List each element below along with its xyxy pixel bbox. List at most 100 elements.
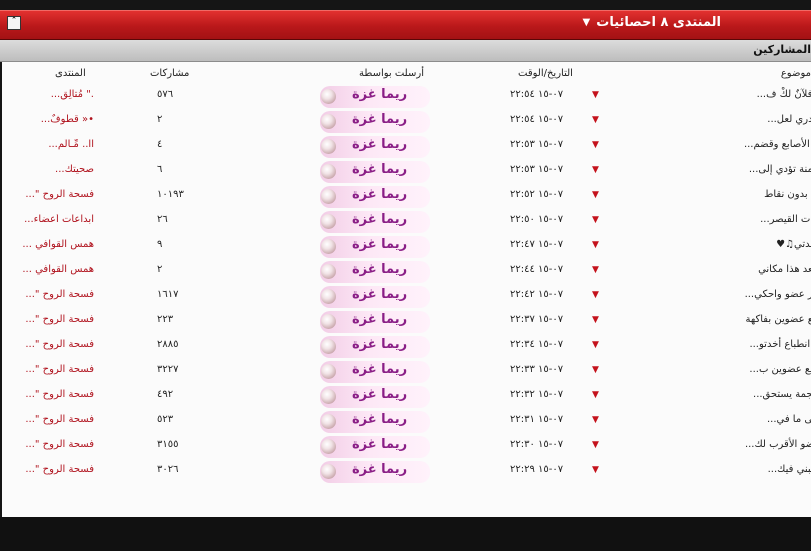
go-to-post-arrow-icon[interactable]: ▼ [592, 115, 599, 125]
decorative-orb-icon [321, 214, 336, 229]
go-to-post-arrow-icon[interactable]: ▼ [592, 215, 599, 225]
decorative-orb-icon [321, 314, 336, 329]
post-count: ٥٧٦ [157, 89, 174, 100]
topic-link[interactable]: بسمنة تؤدي إلى... [749, 164, 811, 175]
go-to-post-arrow-icon[interactable]: ▼ [592, 265, 599, 275]
topic-link[interactable]: بيـــدتي♫♥ [776, 239, 811, 250]
poster-name: ريما غزة [352, 312, 408, 327]
table-row: العضو الأقرب لك... ▼ ٠٧-١٥ ٢٢:٣٠ ريما غزة ٣١… [2, 436, 811, 460]
poster-name-banner[interactable]: ريما غزة [320, 286, 430, 308]
post-count: ٢٢٣ [157, 314, 174, 325]
post-datetime: ٠٧-١٥ ٢٢:٥٢ [510, 189, 564, 200]
topic-link[interactable]: العضو الأقرب لك... [745, 439, 811, 450]
go-to-post-arrow-icon[interactable]: ▼ [592, 140, 599, 150]
topic-link[interactable]: ختار عضو واحكي... [745, 289, 811, 300]
topic-link[interactable]: أجمع عضوين ب... [749, 364, 811, 375]
post-datetime: ٠٧-١٥ ٢٢:٥٤ [510, 114, 564, 125]
caret-down-icon[interactable]: ▼ [583, 17, 591, 28]
forum-link[interactable]: همس القوافي ... [10, 239, 94, 250]
topic-link[interactable]: جمع عضوين بفاكهة [746, 314, 811, 325]
poster-name-banner[interactable]: ريما غزة [320, 236, 430, 258]
forum-link[interactable]: همس القوافي ... [10, 264, 94, 275]
topic-link[interactable]: لمة بدون نقاط [764, 189, 811, 200]
poster-name-banner[interactable]: ريما غزة [320, 361, 430, 383]
poster-name-banner[interactable]: ريما غزة [320, 386, 430, 408]
poster-name: ريما غزة [352, 112, 408, 127]
poster-name: ريما غزة [352, 287, 408, 302]
poster-name-banner[interactable]: ريما غزة [320, 161, 430, 183]
forum-link[interactable]: فسحة الروح "... [10, 289, 94, 300]
poster-name-banner[interactable]: ريما غزة [320, 186, 430, 208]
go-to-post-arrow-icon[interactable]: ▼ [592, 465, 599, 475]
forum-link[interactable]: فسحة الروح "... [10, 339, 94, 350]
topic-link[interactable]: يعجبني فيك... [768, 464, 811, 475]
poster-name-banner[interactable]: ريما غزة [320, 436, 430, 458]
post-count: ٢٨٨٥ [157, 339, 179, 350]
poster-name: ريما غزة [352, 387, 408, 402]
poster-name: ريما غزة [352, 262, 408, 277]
post-datetime: ٠٧-١٥ ٢٢:٥٣ [510, 164, 564, 175]
poster-name-banner[interactable]: ريما غزة [320, 111, 430, 133]
go-to-post-arrow-icon[interactable]: ▼ [592, 440, 599, 450]
recent-posts-table: موضوع التاريخ/الوقت أرسلت بواسطة مشاركات… [2, 62, 811, 517]
go-to-post-arrow-icon[interactable]: ▼ [592, 365, 599, 375]
poster-name: ريما غزة [352, 462, 408, 477]
forum-link[interactable]: •« قطوفٌ... [10, 114, 94, 125]
poster-name-banner[interactable]: ريما غزة [320, 261, 430, 283]
topic-link[interactable]: خر انطباع أخدتو... [749, 339, 811, 350]
forum-link[interactable]: فسحة الروح "... [10, 314, 94, 325]
forum-link[interactable]: ابداعات أعضاء... [10, 214, 94, 225]
widget-title: المنتدى ٨ احصائيات [596, 15, 721, 30]
poster-name-banner[interactable]: ريما غزة [320, 136, 430, 158]
topic-link[interactable]: نائيات القيصر... [760, 214, 811, 225]
forum-link[interactable]: اا.. مِّـآلَم... [10, 139, 94, 150]
poster-name-banner[interactable]: ريما غزة [320, 211, 430, 233]
forum-link[interactable]: فسحة الروح "... [10, 364, 94, 375]
forum-link[interactable]: ." مُتأَلِق... [10, 89, 94, 100]
topic-link[interactable]: ص الأصابع وقضم... [744, 139, 811, 150]
topic-link[interactable]: احلى ما في... [767, 414, 811, 425]
poster-name: ريما غزة [352, 137, 408, 152]
poster-name-banner[interactable]: ريما غزة [320, 311, 430, 333]
table-row: ب فلآنٌ لكْ ف... ▼ ٠٧-١٥ ٢٢:٥٤ ريما غزة ٥٧٦.… [2, 86, 811, 110]
go-to-post-arrow-icon[interactable]: ▼ [592, 340, 599, 350]
decorative-orb-icon [321, 189, 336, 204]
go-to-post-arrow-icon[interactable]: ▼ [592, 390, 599, 400]
forum-link[interactable]: صحيتك... [10, 164, 94, 175]
section-label: المشاركين [753, 43, 811, 56]
section-subheader: المشاركين [0, 40, 811, 62]
double-chevron-up-icon[interactable]: ˆ [7, 16, 21, 30]
forum-link[interactable]: فسحة الروح "... [10, 414, 94, 425]
poster-name-banner[interactable]: ريما غزة [320, 461, 430, 483]
go-to-post-arrow-icon[interactable]: ▼ [592, 315, 599, 325]
topic-link[interactable]: لا تدري لعل... [767, 114, 811, 125]
poster-name-banner[interactable]: ريما غزة [320, 336, 430, 358]
poster-name-banner[interactable]: ريما غزة [320, 411, 430, 433]
poster-name: ريما غزة [352, 237, 408, 252]
go-to-post-arrow-icon[interactable]: ▼ [592, 165, 599, 175]
forum-link[interactable]: فسحة الروح "... [10, 439, 94, 450]
forum-link[interactable]: فسحة الروح "... [10, 389, 94, 400]
decorative-orb-icon [321, 414, 336, 429]
topic-link[interactable]: م نجمة يستحق... [753, 389, 811, 400]
topic-link[interactable]: م بعد هذا مكاني [758, 264, 811, 275]
poster-name-banner[interactable]: ريما غزة [320, 86, 430, 108]
post-datetime: ٠٧-١٥ ٢٢:٣٣ [510, 364, 564, 375]
go-to-post-arrow-icon[interactable]: ▼ [592, 290, 599, 300]
poster-name: ريما غزة [352, 362, 408, 377]
post-datetime: ٠٧-١٥ ٢٢:٥٣ [510, 139, 564, 150]
go-to-post-arrow-icon[interactable]: ▼ [592, 90, 599, 100]
widget-title-group[interactable]: المنتدى ٨ احصائيات ▼ [583, 15, 721, 30]
forum-link[interactable]: فسحة الروح "... [10, 464, 94, 475]
widget-footer [0, 517, 811, 551]
decorative-orb-icon [321, 464, 336, 479]
go-to-post-arrow-icon[interactable]: ▼ [592, 415, 599, 425]
column-header-date: التاريخ/الوقت [518, 68, 573, 79]
topic-link[interactable]: ب فلآنٌ لكْ ف... [757, 89, 811, 100]
go-to-post-arrow-icon[interactable]: ▼ [592, 190, 599, 200]
post-count: ٣١٥٥ [157, 439, 179, 450]
decorative-orb-icon [321, 89, 336, 104]
forum-link[interactable]: فسحة الروح "... [10, 189, 94, 200]
post-datetime: ٠٧-١٥ ٢٢:٣٠ [510, 439, 564, 450]
go-to-post-arrow-icon[interactable]: ▼ [592, 240, 599, 250]
